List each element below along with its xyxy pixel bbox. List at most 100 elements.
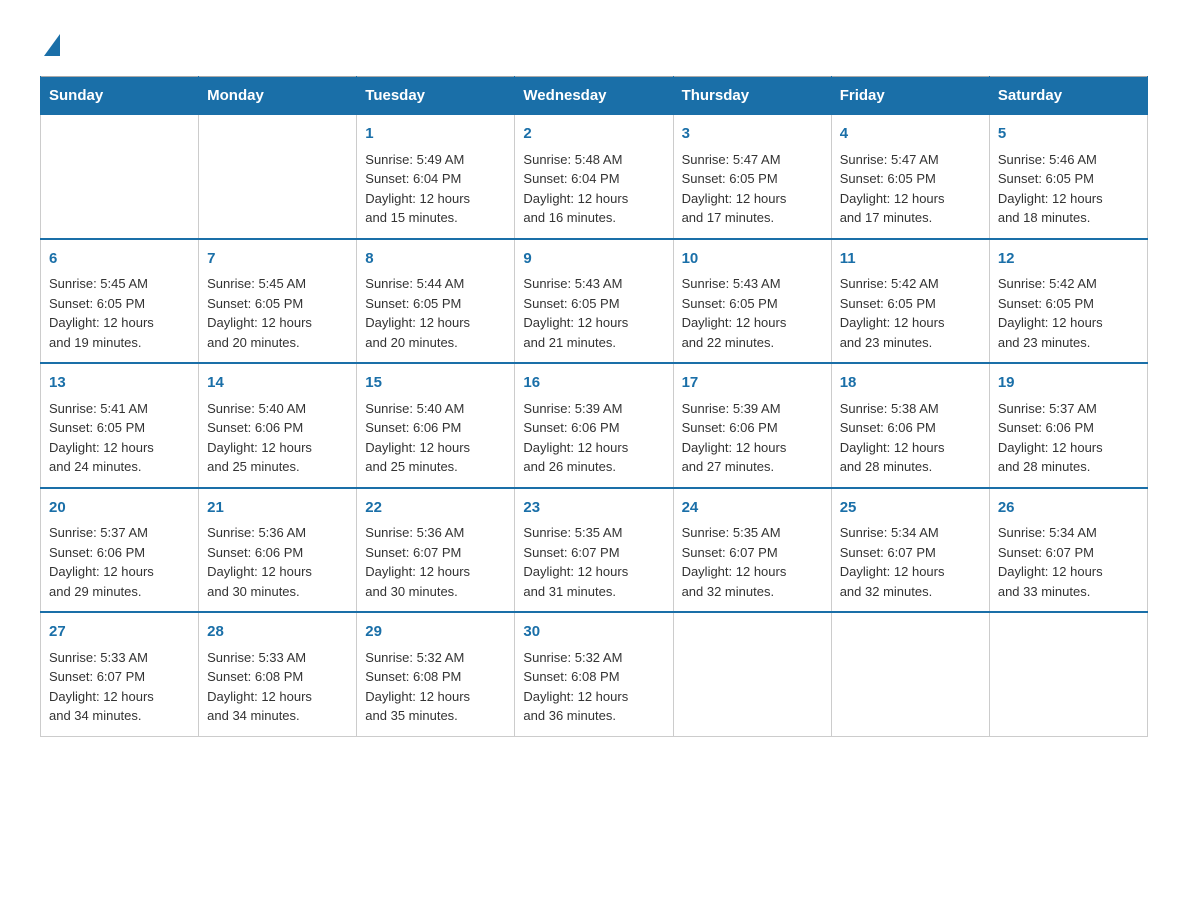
sun-info: Sunrise: 5:42 AM Sunset: 6:05 PM Dayligh… [840, 276, 945, 350]
calendar-week-row: 20 Sunrise: 5:37 AM Sunset: 6:06 PM Dayli… [41, 488, 1148, 613]
day-number: 23 [523, 497, 664, 520]
calendar-day-cell: 9 Sunrise: 5:43 AM Sunset: 6:05 PM Daylig… [515, 239, 673, 364]
sun-info: Sunrise: 5:47 AM Sunset: 6:05 PM Dayligh… [682, 152, 787, 226]
calendar-day-cell: 16Sunrise: 5:39 AM Sunset: 6:06 PM Dayli… [515, 363, 673, 488]
calendar-day-cell: 17Sunrise: 5:39 AM Sunset: 6:06 PM Dayli… [673, 363, 831, 488]
sun-info: Sunrise: 5:47 AM Sunset: 6:05 PM Dayligh… [840, 152, 945, 226]
day-number: 7 [207, 248, 348, 271]
calendar-day-cell: 1 Sunrise: 5:49 AM Sunset: 6:04 PM Daylig… [357, 115, 515, 239]
calendar-day-cell: 12 Sunrise: 5:42 AM Sunset: 6:05 PM Dayli… [989, 239, 1147, 364]
day-number: 11 [840, 248, 981, 271]
calendar-day-cell: 28 Sunrise: 5:33 AM Sunset: 6:08 PM Dayli… [199, 612, 357, 736]
sun-info: Sunrise: 5:35 AM Sunset: 6:07 PM Dayligh… [682, 525, 787, 599]
day-number: 22 [365, 497, 506, 520]
sun-info: Sunrise: 5:33 AM Sunset: 6:08 PM Dayligh… [207, 650, 312, 724]
calendar-day-cell: 19 Sunrise: 5:37 AM Sunset: 6:06 PM Dayli… [989, 363, 1147, 488]
calendar-day-cell: 14 Sunrise: 5:40 AM Sunset: 6:06 PM Dayli… [199, 363, 357, 488]
calendar-day-cell: 29 Sunrise: 5:32 AM Sunset: 6:08 PM Dayli… [357, 612, 515, 736]
day-number: 21 [207, 497, 348, 520]
sun-info: Sunrise: 5:43 AM Sunset: 6:05 PM Dayligh… [682, 276, 787, 350]
sun-info: Sunrise: 5:48 AM Sunset: 6:04 PM Dayligh… [523, 152, 628, 226]
day-of-week-header: Wednesday [515, 77, 673, 115]
calendar-day-cell: 15Sunrise: 5:40 AM Sunset: 6:06 PM Dayli… [357, 363, 515, 488]
sun-info: Sunrise: 5:34 AM Sunset: 6:07 PM Dayligh… [840, 525, 945, 599]
calendar-day-cell: 22 Sunrise: 5:36 AM Sunset: 6:07 PM Dayli… [357, 488, 515, 613]
day-of-week-header: Saturday [989, 77, 1147, 115]
day-number: 28 [207, 621, 348, 644]
sun-info: Sunrise: 5:32 AM Sunset: 6:08 PM Dayligh… [365, 650, 470, 724]
day-of-week-header: Friday [831, 77, 989, 115]
sun-info: Sunrise: 5:37 AM Sunset: 6:06 PM Dayligh… [998, 401, 1103, 475]
day-of-week-header: Sunday [41, 77, 199, 115]
sun-info: Sunrise: 5:46 AM Sunset: 6:05 PM Dayligh… [998, 152, 1103, 226]
calendar-header-row: SundayMondayTuesdayWednesdayThursdayFrid… [41, 77, 1148, 115]
calendar-day-cell: 23 Sunrise: 5:35 AM Sunset: 6:07 PM Dayli… [515, 488, 673, 613]
calendar-day-cell: 26Sunrise: 5:34 AM Sunset: 6:07 PM Dayli… [989, 488, 1147, 613]
day-of-week-header: Tuesday [357, 77, 515, 115]
calendar-day-cell [831, 612, 989, 736]
sun-info: Sunrise: 5:40 AM Sunset: 6:06 PM Dayligh… [207, 401, 312, 475]
sun-info: Sunrise: 5:37 AM Sunset: 6:06 PM Dayligh… [49, 525, 154, 599]
day-number: 3 [682, 123, 823, 146]
calendar-day-cell: 6 Sunrise: 5:45 AM Sunset: 6:05 PM Daylig… [41, 239, 199, 364]
day-number: 17 [682, 372, 823, 395]
day-number: 30 [523, 621, 664, 644]
day-number: 20 [49, 497, 190, 520]
sun-info: Sunrise: 5:45 AM Sunset: 6:05 PM Dayligh… [49, 276, 154, 350]
day-number: 1 [365, 123, 506, 146]
calendar-day-cell: 24 Sunrise: 5:35 AM Sunset: 6:07 PM Dayli… [673, 488, 831, 613]
day-number: 6 [49, 248, 190, 271]
sun-info: Sunrise: 5:49 AM Sunset: 6:04 PM Dayligh… [365, 152, 470, 226]
day-number: 10 [682, 248, 823, 271]
calendar-day-cell: 2 Sunrise: 5:48 AM Sunset: 6:04 PM Daylig… [515, 115, 673, 239]
day-of-week-header: Monday [199, 77, 357, 115]
logo [40, 30, 60, 56]
calendar-day-cell: 7 Sunrise: 5:45 AM Sunset: 6:05 PM Daylig… [199, 239, 357, 364]
calendar-week-row: 27Sunrise: 5:33 AM Sunset: 6:07 PM Dayli… [41, 612, 1148, 736]
day-number: 18 [840, 372, 981, 395]
sun-info: Sunrise: 5:38 AM Sunset: 6:06 PM Dayligh… [840, 401, 945, 475]
page-header [40, 30, 1148, 56]
calendar-day-cell [989, 612, 1147, 736]
sun-info: Sunrise: 5:41 AM Sunset: 6:05 PM Dayligh… [49, 401, 154, 475]
day-number: 14 [207, 372, 348, 395]
day-number: 29 [365, 621, 506, 644]
calendar-week-row: 6 Sunrise: 5:45 AM Sunset: 6:05 PM Daylig… [41, 239, 1148, 364]
day-number: 9 [523, 248, 664, 271]
day-number: 19 [998, 372, 1139, 395]
day-number: 27 [49, 621, 190, 644]
sun-info: Sunrise: 5:44 AM Sunset: 6:05 PM Dayligh… [365, 276, 470, 350]
calendar-week-row: 13 Sunrise: 5:41 AM Sunset: 6:05 PM Dayli… [41, 363, 1148, 488]
calendar-day-cell: 10 Sunrise: 5:43 AM Sunset: 6:05 PM Dayli… [673, 239, 831, 364]
day-number: 4 [840, 123, 981, 146]
day-number: 15 [365, 372, 506, 395]
day-number: 8 [365, 248, 506, 271]
calendar-week-row: 1 Sunrise: 5:49 AM Sunset: 6:04 PM Daylig… [41, 115, 1148, 239]
day-number: 12 [998, 248, 1139, 271]
sun-info: Sunrise: 5:39 AM Sunset: 6:06 PM Dayligh… [523, 401, 628, 475]
calendar-day-cell: 25 Sunrise: 5:34 AM Sunset: 6:07 PM Dayli… [831, 488, 989, 613]
calendar-day-cell: 27Sunrise: 5:33 AM Sunset: 6:07 PM Dayli… [41, 612, 199, 736]
sun-info: Sunrise: 5:32 AM Sunset: 6:08 PM Dayligh… [523, 650, 628, 724]
sun-info: Sunrise: 5:43 AM Sunset: 6:05 PM Dayligh… [523, 276, 628, 350]
sun-info: Sunrise: 5:35 AM Sunset: 6:07 PM Dayligh… [523, 525, 628, 599]
calendar-day-cell [673, 612, 831, 736]
sun-info: Sunrise: 5:34 AM Sunset: 6:07 PM Dayligh… [998, 525, 1103, 599]
sun-info: Sunrise: 5:45 AM Sunset: 6:05 PM Dayligh… [207, 276, 312, 350]
day-number: 24 [682, 497, 823, 520]
calendar-day-cell: 18 Sunrise: 5:38 AM Sunset: 6:06 PM Dayli… [831, 363, 989, 488]
day-number: 2 [523, 123, 664, 146]
calendar-day-cell: 4 Sunrise: 5:47 AM Sunset: 6:05 PM Daylig… [831, 115, 989, 239]
sun-info: Sunrise: 5:42 AM Sunset: 6:05 PM Dayligh… [998, 276, 1103, 350]
day-number: 13 [49, 372, 190, 395]
calendar-day-cell: 11 Sunrise: 5:42 AM Sunset: 6:05 PM Dayli… [831, 239, 989, 364]
calendar-day-cell: 13 Sunrise: 5:41 AM Sunset: 6:05 PM Dayli… [41, 363, 199, 488]
day-number: 25 [840, 497, 981, 520]
calendar-day-cell: 5Sunrise: 5:46 AM Sunset: 6:05 PM Daylig… [989, 115, 1147, 239]
sun-info: Sunrise: 5:36 AM Sunset: 6:07 PM Dayligh… [365, 525, 470, 599]
calendar-day-cell: 3 Sunrise: 5:47 AM Sunset: 6:05 PM Daylig… [673, 115, 831, 239]
calendar-day-cell [199, 115, 357, 239]
calendar-day-cell: 20 Sunrise: 5:37 AM Sunset: 6:06 PM Dayli… [41, 488, 199, 613]
day-of-week-header: Thursday [673, 77, 831, 115]
calendar-table: SundayMondayTuesdayWednesdayThursdayFrid… [40, 76, 1148, 737]
